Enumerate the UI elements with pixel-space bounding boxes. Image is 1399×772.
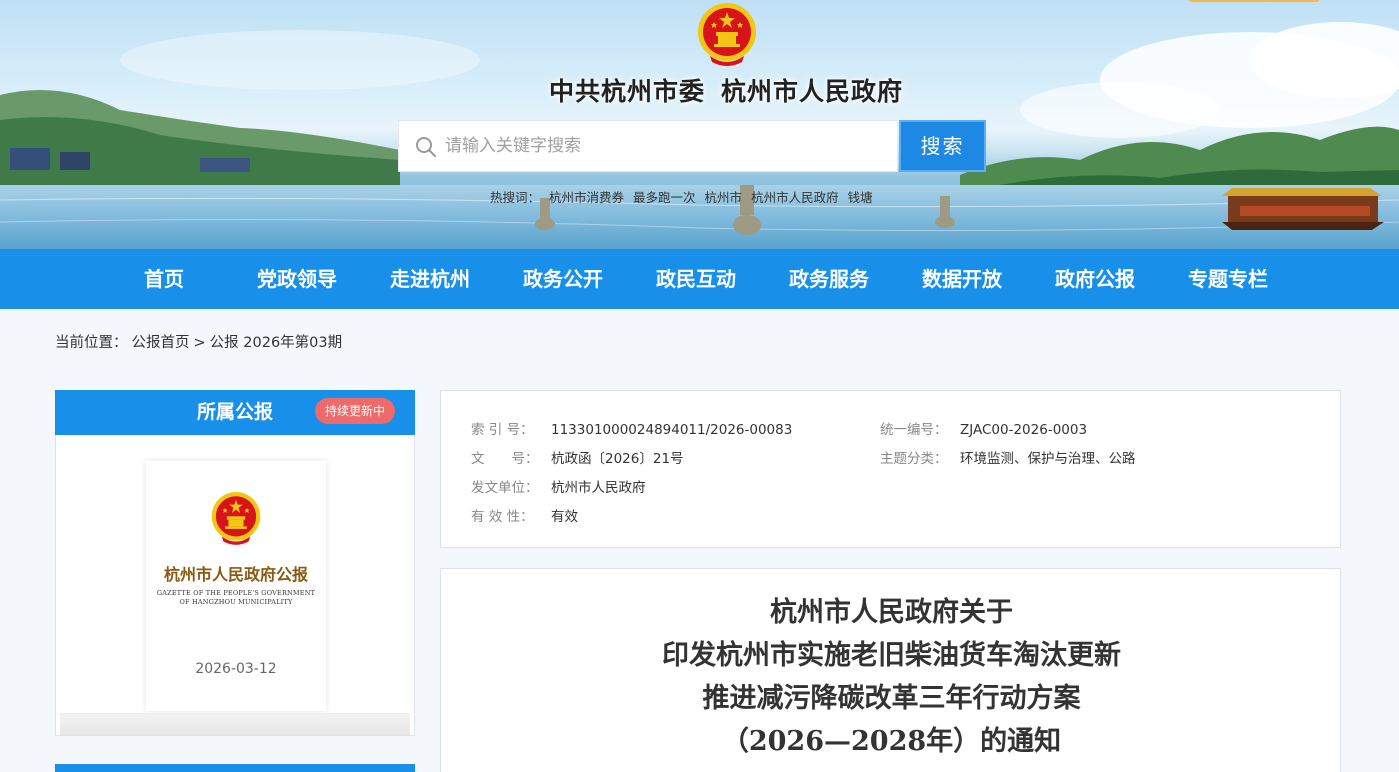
site-title-party: 中共杭州市委	[548, 77, 705, 106]
breadcrumb: 当前位置： 公报首页 > 公报 2026年第03期	[55, 331, 346, 352]
site-title-government: 杭州市人民政府	[721, 77, 904, 106]
info-label: 统一编号：	[880, 422, 948, 438]
info-value: 环境监测、保护与治理、公路	[960, 451, 1136, 467]
gazette-cover[interactable]: 杭州市人民政府公报 GAZETTE OF THE PEOPLE'S GOVERN…	[146, 461, 326, 711]
article-title-line: 杭州市人民政府关于	[770, 597, 1013, 628]
info-validity: 有 效 性： 有效	[471, 505, 578, 525]
nav-item-gov-affairs[interactable]: 政务公开	[503, 249, 623, 309]
document-info-box: 索 引 号： 113301000024894011/2026-00083 统一编号…	[440, 390, 1341, 548]
breadcrumb-prefix: 当前位置：	[55, 335, 128, 351]
hot-word-link[interactable]: 杭州市消费券	[549, 190, 624, 205]
header-banner: 中共杭州市委杭州市人民政府 搜索 热搜词：杭州市消费券最多跑一次杭州市杭州市人民…	[0, 0, 1399, 249]
hot-words-label: 热搜词：	[490, 190, 541, 205]
breadcrumb-current: 公报 2026年第03期	[209, 335, 343, 351]
info-doc-number: 文 号： 杭政函〔2026〕21号	[471, 447, 684, 467]
nav-item-special-topics[interactable]: 专题专栏	[1168, 249, 1288, 309]
sidebar-header: 所属公报 持续更新中	[55, 390, 415, 435]
cover-date: 2026-03-12	[195, 661, 277, 677]
info-value: 113301000024894011/2026-00083	[551, 422, 793, 438]
nav-item-interaction[interactable]: 政民互动	[636, 249, 756, 309]
gazette-sidebar: 所属公报 持续更新中 杭州市人民政府公报 GAZETTE OF THE PEOP…	[55, 390, 415, 736]
info-issuer: 发文单位： 杭州市人民政府	[471, 476, 646, 496]
hot-word-link[interactable]: 杭州市	[705, 190, 743, 205]
national-emblem-icon	[696, 2, 758, 66]
nav-item-leadership[interactable]: 党政领导	[237, 249, 357, 309]
search-input[interactable]	[445, 121, 885, 171]
info-category: 主题分类： 环境监测、保护与治理、公路	[880, 447, 1136, 467]
cover-subtitle-line: GAZETTE OF THE PEOPLE'S GOVERNMENT	[156, 589, 316, 597]
nav-item-services[interactable]: 政务服务	[769, 249, 889, 309]
site-title: 中共杭州市委 杭州市人民政府	[0, 72, 1399, 108]
search-box	[398, 120, 898, 172]
hot-words: 热搜词： 杭州市消费券 最多跑一次 杭州市 杭州市人民政府 钱塘	[490, 187, 882, 206]
article-title: 杭州市人民政府关于 印发杭州市实施老旧柴油货车淘汰更新 推进减污降碳改革三年行动…	[441, 591, 1342, 763]
top-tab-decoration	[1188, 0, 1320, 2]
nav-item-gazette[interactable]: 政府公报	[1035, 249, 1155, 309]
article-title-line: （2026—2028年）的通知	[721, 726, 1062, 757]
info-unified-number: 统一编号： ZJAC00-2026-0003	[880, 418, 1087, 438]
cover-shelf	[60, 713, 410, 735]
info-value: ZJAC00-2026-0003	[960, 422, 1088, 438]
update-badge: 持续更新中	[315, 398, 395, 424]
article-content: 杭州市人民政府关于 印发杭州市实施老旧柴油货车淘汰更新 推进减污降碳改革三年行动…	[440, 568, 1341, 772]
article-title-line: 推进减污降碳改革三年行动方案	[702, 683, 1081, 714]
cover-subtitle: GAZETTE OF THE PEOPLE'S GOVERNMENT OF HA…	[146, 589, 326, 607]
nav-item-home[interactable]: 首页	[104, 249, 224, 309]
info-label: 发文单位：	[471, 480, 539, 496]
article-title-line: 印发杭州市实施老旧柴油货车淘汰更新	[662, 640, 1121, 671]
nav-item-open-data[interactable]: 数据开放	[902, 249, 1022, 309]
info-label: 文 号：	[471, 451, 539, 467]
info-index: 索 引 号： 113301000024894011/2026-00083	[471, 418, 792, 438]
hot-word-link[interactable]: 最多跑一次	[633, 190, 696, 205]
cover-subtitle-line: OF HANGZHOU MUNICIPALITY	[179, 598, 293, 606]
info-label: 主题分类：	[880, 451, 948, 467]
hot-word-link[interactable]: 杭州市人民政府	[751, 190, 839, 205]
breadcrumb-separator: >	[193, 335, 206, 351]
info-label: 有 效 性：	[471, 509, 534, 525]
cover-title: 杭州市人民政府公报	[163, 565, 308, 584]
search-icon	[416, 137, 436, 157]
breadcrumb-home-link[interactable]: 公报首页	[132, 335, 190, 351]
nav-item-about-hangzhou[interactable]: 走进杭州	[370, 249, 490, 309]
info-value: 杭政函〔2026〕21号	[551, 451, 684, 467]
info-value: 有效	[551, 509, 578, 525]
search-button[interactable]: 搜索	[899, 120, 986, 172]
national-emblem-icon	[210, 491, 262, 545]
sidebar-next-section-header	[55, 764, 415, 772]
info-value: 杭州市人民政府	[551, 480, 646, 496]
info-label: 索 引 号：	[471, 422, 534, 438]
main-nav: 首页 党政领导 走进杭州 政务公开 政民互动 政务服务 数据开放 政府公报 专题…	[0, 249, 1399, 309]
hot-word-link[interactable]: 钱塘	[848, 190, 873, 205]
